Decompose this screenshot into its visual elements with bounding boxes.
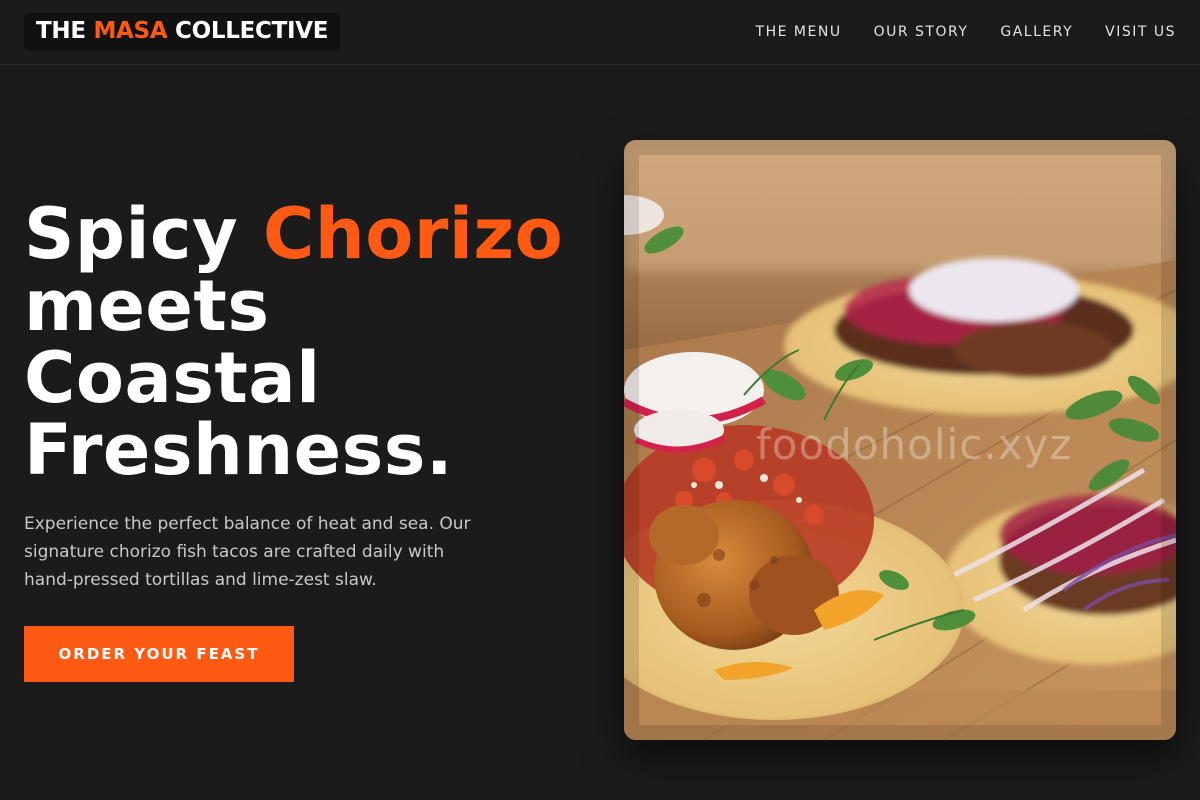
headline-meets: meets <box>24 265 270 347</box>
photo-watermark: foodoholic.xyz <box>756 420 1073 469</box>
nav-link-gallery[interactable]: GALLERY <box>1000 24 1073 40</box>
order-your-feast-button[interactable]: ORDER YOUR FEAST <box>24 626 294 682</box>
nav-link-the-menu[interactable]: THE MENU <box>756 24 842 40</box>
logo-text-collective: COLLECTIVE <box>167 18 329 44</box>
headline-coastal: Coastal <box>24 337 321 419</box>
hero-description: Experience the perfect balance of heat a… <box>24 514 471 590</box>
logo-text-masa: MASA <box>93 18 168 44</box>
main-nav: THE MENU OUR STORY GALLERY VISIT US <box>756 0 1176 64</box>
nav-link-our-story[interactable]: OUR STORY <box>874 24 969 40</box>
headline-freshness: Freshness. <box>24 409 454 491</box>
brand-logo[interactable]: THE MASA COLLECTIVE <box>24 13 341 50</box>
logo-text-the: THE <box>36 18 94 44</box>
site-header: THE MASA COLLECTIVE THE MENU OUR STORY G… <box>0 0 1200 65</box>
nav-link-visit-us[interactable]: VISIT US <box>1105 24 1176 40</box>
headline-spicy: Spicy <box>24 193 264 275</box>
headline-accent-chorizo: Chorizo <box>263 193 564 275</box>
hero-headline: Spicy Chorizo meets Coastal Freshness. <box>24 198 604 486</box>
hero-photo: foodoholic.xyz <box>624 140 1176 740</box>
